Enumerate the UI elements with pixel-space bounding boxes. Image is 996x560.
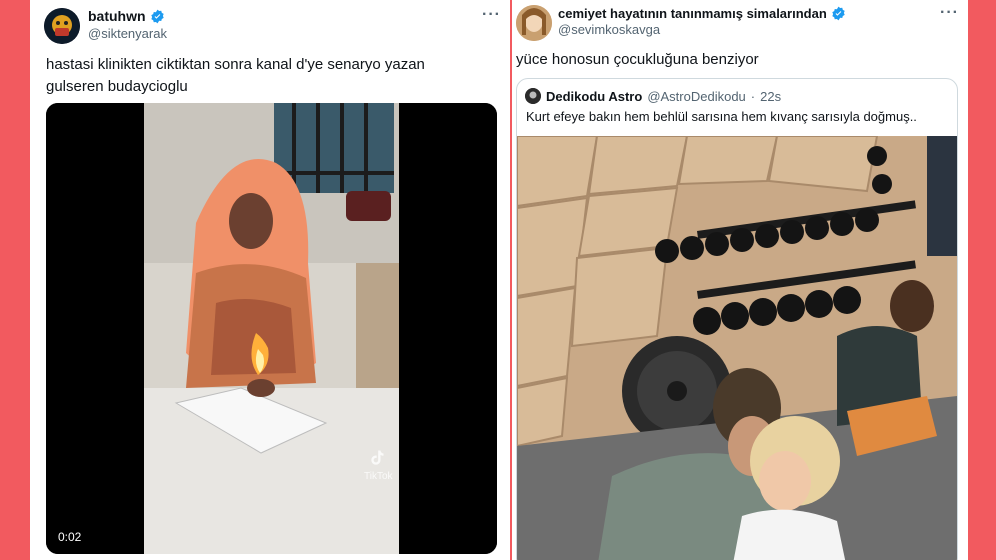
quoted-photo[interactable] bbox=[517, 136, 957, 560]
author-handle[interactable]: @siktenyarak bbox=[88, 26, 167, 41]
more-icon[interactable]: ··· bbox=[482, 6, 501, 24]
author-handle[interactable]: @sevimkoskavga bbox=[558, 22, 660, 37]
gym-photo bbox=[517, 136, 957, 560]
video-duration: 0:02 bbox=[58, 530, 82, 544]
video-frame bbox=[46, 103, 497, 554]
quoted-dot: · bbox=[750, 88, 756, 104]
quoted-avatar[interactable] bbox=[525, 88, 541, 104]
author-display-name[interactable]: batuhwn bbox=[88, 8, 146, 24]
tweet-card[interactable]: batuhwn @siktenyarak ··· hastasi klinikt… bbox=[30, 0, 510, 560]
avatar[interactable] bbox=[44, 8, 80, 44]
quoted-time[interactable]: 22s bbox=[760, 89, 781, 104]
author-display-name[interactable]: cemiyet hayatının tanınmamış simalarında… bbox=[558, 6, 827, 21]
tiktok-watermark: TikTok bbox=[364, 471, 393, 482]
tweet-text: hastasi klinikten ciktiktan sonra kanal … bbox=[46, 56, 425, 95]
more-icon[interactable]: ··· bbox=[940, 4, 959, 22]
quoted-text: Kurt efeye bakın hem behlül sarısına hem… bbox=[526, 109, 917, 124]
verified-icon bbox=[831, 6, 846, 21]
verified-icon bbox=[150, 9, 165, 24]
tweet-card[interactable]: cemiyet hayatının tanınmamış simalarında… bbox=[512, 0, 968, 560]
tweet-text: yüce honosun çocukluğuna benziyor bbox=[516, 51, 759, 68]
quoted-display-name[interactable]: Dedikodu Astro bbox=[546, 89, 642, 104]
author-name-row[interactable]: cemiyet hayatının tanınmamış simalarında… bbox=[558, 6, 846, 21]
avatar[interactable] bbox=[516, 5, 552, 41]
quoted-header[interactable]: Dedikodu Astro @AstroDedikodu · 22s bbox=[525, 88, 781, 104]
author-name-row[interactable]: batuhwn bbox=[88, 8, 165, 24]
quoted-tweet[interactable]: Dedikodu Astro @AstroDedikodu · 22s Kurt… bbox=[516, 78, 958, 560]
tiktok-icon: TikTok bbox=[364, 448, 393, 482]
quoted-handle[interactable]: @AstroDedikodu bbox=[647, 89, 745, 104]
tweet-video[interactable]: TikTok 0:02 bbox=[46, 103, 497, 554]
